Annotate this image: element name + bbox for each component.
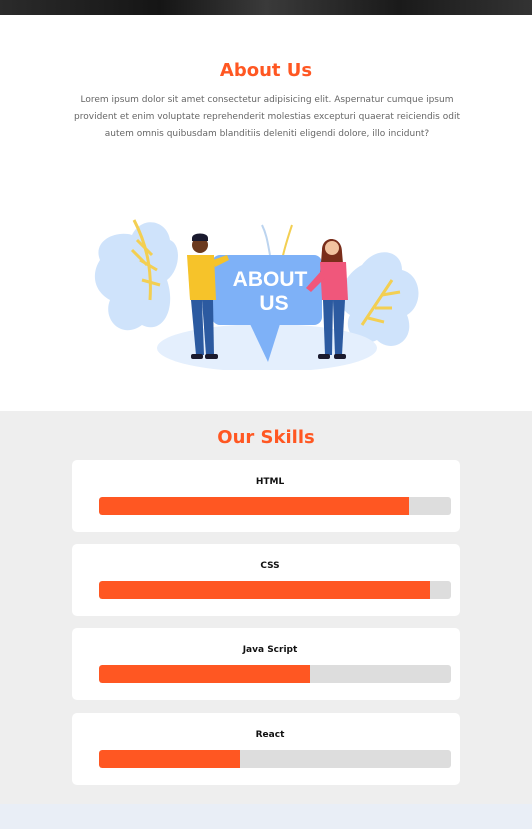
skill-label: Java Script xyxy=(242,645,298,655)
skill-label: React xyxy=(255,730,285,740)
skills-section: Our Skills HTML CSS Java Script React xyxy=(0,411,532,804)
about-section: About Us Lorem ipsum dolor sit amet cons… xyxy=(0,15,532,411)
sign-line-2: US xyxy=(259,292,288,315)
about-illustration: ABOUT US xyxy=(92,200,432,372)
skill-progress-fill xyxy=(99,497,409,515)
skill-progress-track xyxy=(99,497,451,515)
skill-card-html: HTML xyxy=(72,460,460,532)
skill-progress-track xyxy=(99,581,451,599)
skill-progress-fill xyxy=(99,665,311,683)
about-description: Lorem ipsum dolor sit amet consectetur a… xyxy=(74,95,460,139)
skill-progress-fill xyxy=(99,750,240,768)
footer-strip xyxy=(0,804,532,829)
blob-left xyxy=(94,222,178,331)
sign-line-1: ABOUT xyxy=(233,268,308,291)
skill-progress-track xyxy=(99,665,451,683)
skills-title: Our Skills xyxy=(217,427,315,448)
about-title: About Us xyxy=(219,60,313,81)
skill-label: CSS xyxy=(260,561,280,571)
skill-card-react: React xyxy=(72,713,460,785)
skill-progress-fill xyxy=(99,581,430,599)
skill-progress-track xyxy=(99,750,451,768)
skill-label: HTML xyxy=(255,477,285,487)
skill-card-css: CSS xyxy=(72,544,460,616)
top-banner-strip xyxy=(0,0,532,15)
skill-card-javascript: Java Script xyxy=(72,628,460,700)
